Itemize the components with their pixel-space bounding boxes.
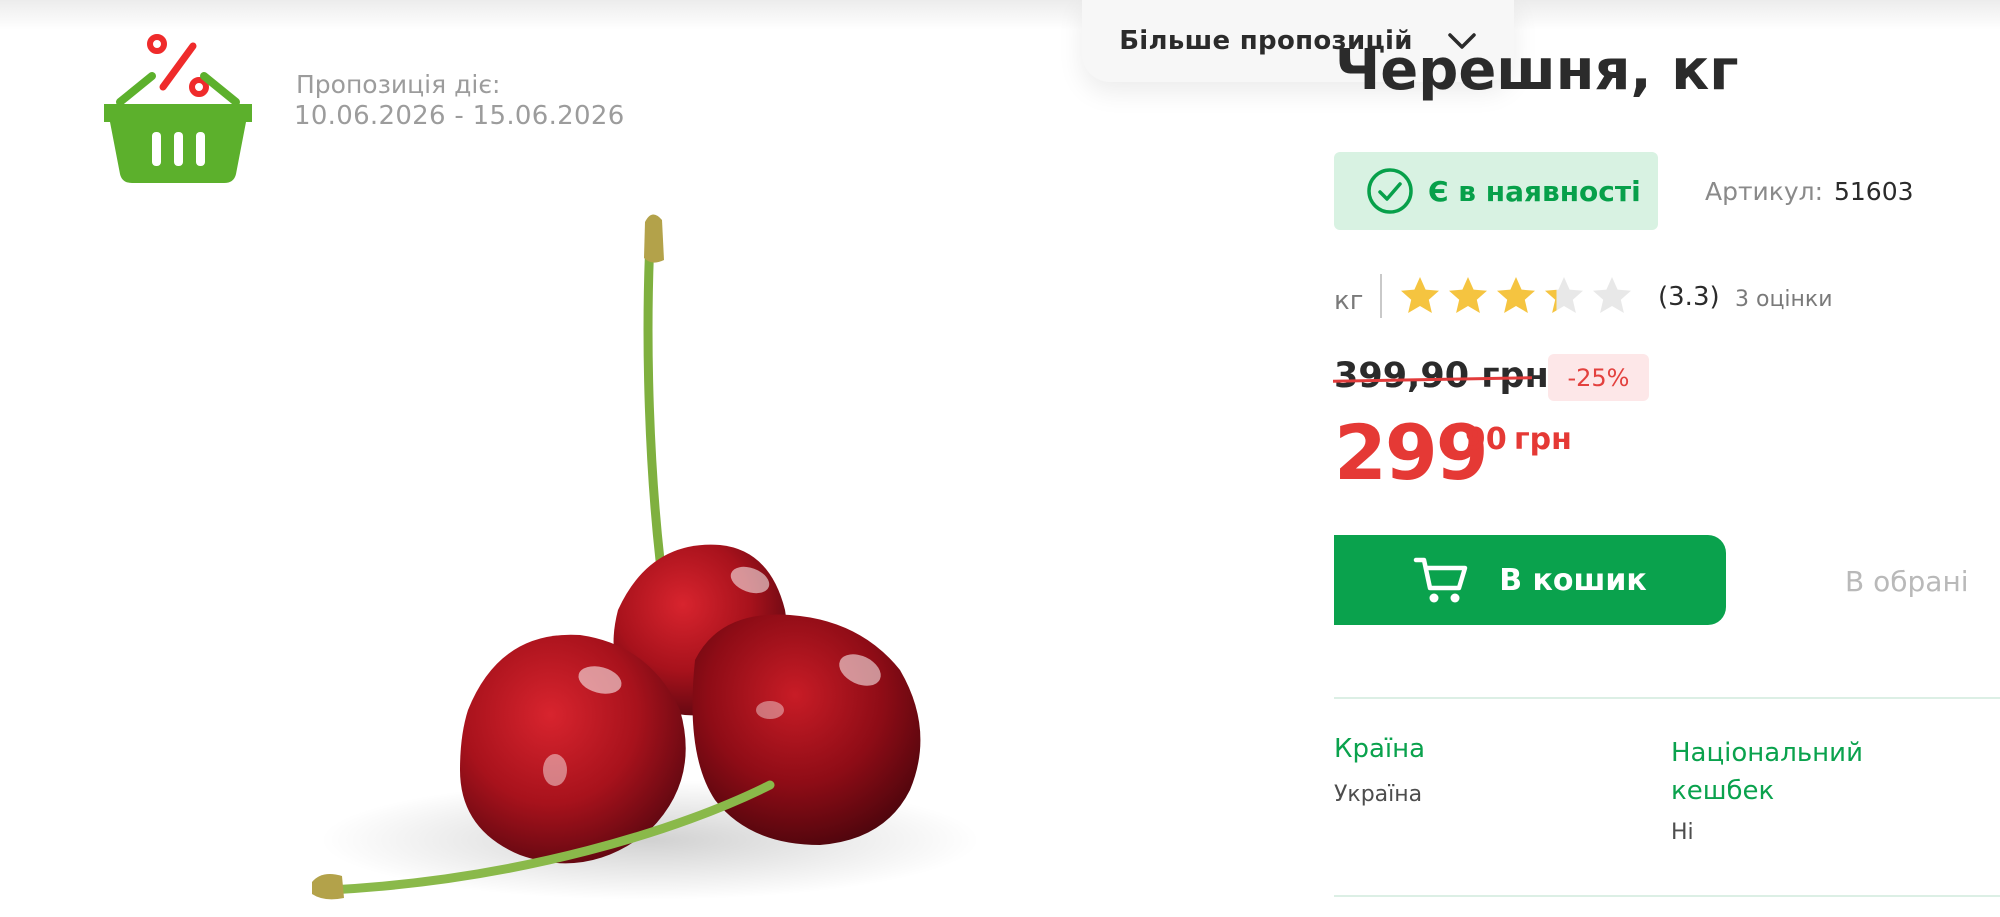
availability-badge: Є в наявності xyxy=(1334,152,1658,230)
star-icon[interactable] xyxy=(1590,274,1634,318)
add-to-favorites-link[interactable]: В обрані xyxy=(1845,565,1969,598)
divider xyxy=(1334,697,2000,699)
check-circle-icon xyxy=(1367,168,1413,214)
product-title: Черешня, кг xyxy=(1335,38,1739,103)
discount-badge: -25% xyxy=(1548,354,1649,401)
unit-divider xyxy=(1380,274,1382,318)
star-icon[interactable] xyxy=(1494,274,1538,318)
rating-count[interactable]: 3 оцінки xyxy=(1735,287,1833,312)
promo-period-label: Пропозиція діє: xyxy=(296,70,501,99)
sale-basket-icon xyxy=(104,34,252,183)
price-currency: грн xyxy=(1514,422,1572,457)
star-icon[interactable] xyxy=(1398,274,1442,318)
divider xyxy=(1334,895,2000,897)
add-to-cart-button[interactable]: В кошик xyxy=(1334,535,1726,625)
star-icon[interactable] xyxy=(1542,274,1586,318)
attribute-label-country: Країна xyxy=(1334,734,1426,764)
article-value: 51603 xyxy=(1834,177,1914,206)
rating-stars[interactable] xyxy=(1398,274,1634,318)
cart-icon xyxy=(1413,557,1468,603)
availability-label: Є в наявності xyxy=(1428,174,1641,208)
attribute-value-cashback: Ні xyxy=(1671,820,1694,845)
attribute-value-country: Україна xyxy=(1334,782,1423,807)
price-cents: 90 xyxy=(1465,422,1507,457)
product-image xyxy=(312,214,980,900)
page-top-shadow xyxy=(0,0,2000,30)
price-main: 299 xyxy=(1334,408,1489,497)
article-label: Артикул: xyxy=(1705,177,1824,206)
add-to-cart-label: В кошик xyxy=(1499,562,1647,598)
rating-value: (3.3) xyxy=(1658,282,1720,312)
promo-period-dates: 10.06.2026 - 15.06.2026 xyxy=(294,101,625,131)
star-icon[interactable] xyxy=(1446,274,1490,318)
unit-label: кг xyxy=(1334,286,1364,316)
attribute-label-cashback: Національний кешбек xyxy=(1671,738,1863,806)
